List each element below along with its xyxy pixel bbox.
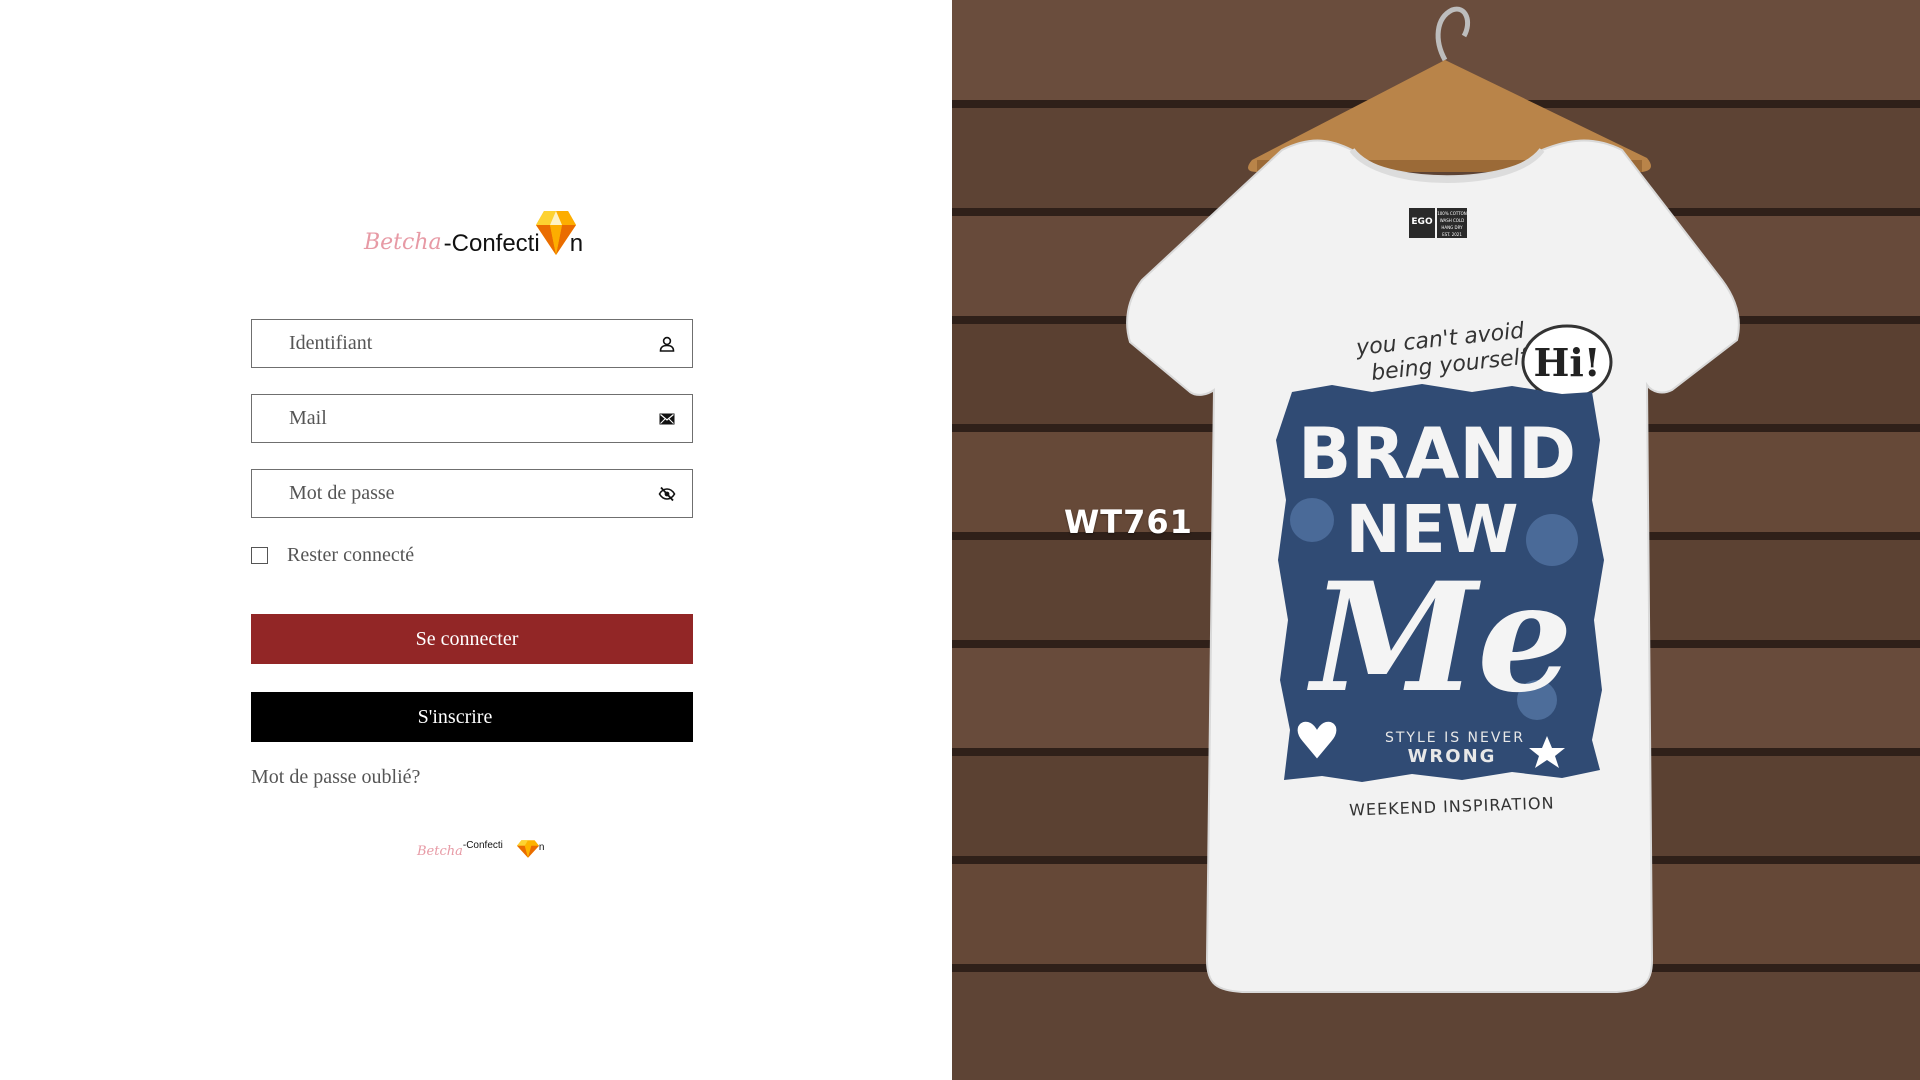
tag-line-1: 100% COTTON xyxy=(1437,211,1467,216)
diamond-icon xyxy=(535,209,576,262)
signup-button-label: S'inscrire xyxy=(417,705,493,728)
signup-button[interactable]: S'inscrire xyxy=(251,692,693,742)
eye-slash-icon[interactable] xyxy=(658,485,676,503)
login-button-label: Se connecter xyxy=(415,627,519,650)
forgot-password-link[interactable]: Mot de passe oublié? xyxy=(251,766,420,789)
product-code: WT761 xyxy=(1064,503,1193,541)
brand-script: Betcha xyxy=(364,230,442,255)
footer-brand-tail: n xyxy=(538,842,545,853)
user-icon xyxy=(658,335,676,353)
envelope-icon xyxy=(658,410,676,428)
print-bubble: Hi! xyxy=(1533,340,1600,385)
brand-logo: Betcha -Confecti n xyxy=(364,206,583,258)
print-big-1: BRAND xyxy=(1298,413,1576,495)
login-button[interactable]: Se connecter xyxy=(251,614,693,664)
remember-label: Rester connecté xyxy=(287,544,415,566)
print-script: Me xyxy=(1306,550,1572,726)
remember-me[interactable]: Rester connecté xyxy=(251,544,414,567)
tag-line-2: WASH COLD xyxy=(1440,218,1465,223)
tag-line-3: HANG DRY xyxy=(1441,225,1463,230)
email-field[interactable] xyxy=(251,394,693,443)
remember-checkbox[interactable] xyxy=(251,547,268,564)
footer-brand-script: Betcha xyxy=(417,844,463,859)
brand-word: -Confecti xyxy=(443,230,540,257)
footer-logo: Betcha -Confecti n xyxy=(417,836,544,866)
login-panel: Betcha -Confecti n Identifiant Mail Rest… xyxy=(0,0,952,1080)
username-field[interactable] xyxy=(251,319,693,368)
email-input[interactable] xyxy=(252,395,692,442)
diamond-icon xyxy=(516,839,539,864)
tag-line-4: EST. 2021 xyxy=(1442,232,1462,237)
print-small-2: WRONG xyxy=(1408,746,1497,767)
footer-brand-word: -Confecti xyxy=(462,840,503,851)
print-small-1: STYLE IS NEVER xyxy=(1385,730,1525,746)
tag-brand: EGO xyxy=(1411,217,1433,227)
password-field[interactable] xyxy=(251,469,693,518)
product-photo: EGO 100% COTTON WASH COLD HANG DRY EST. … xyxy=(952,0,1920,1080)
password-input[interactable] xyxy=(252,470,692,517)
username-input[interactable] xyxy=(252,320,692,367)
